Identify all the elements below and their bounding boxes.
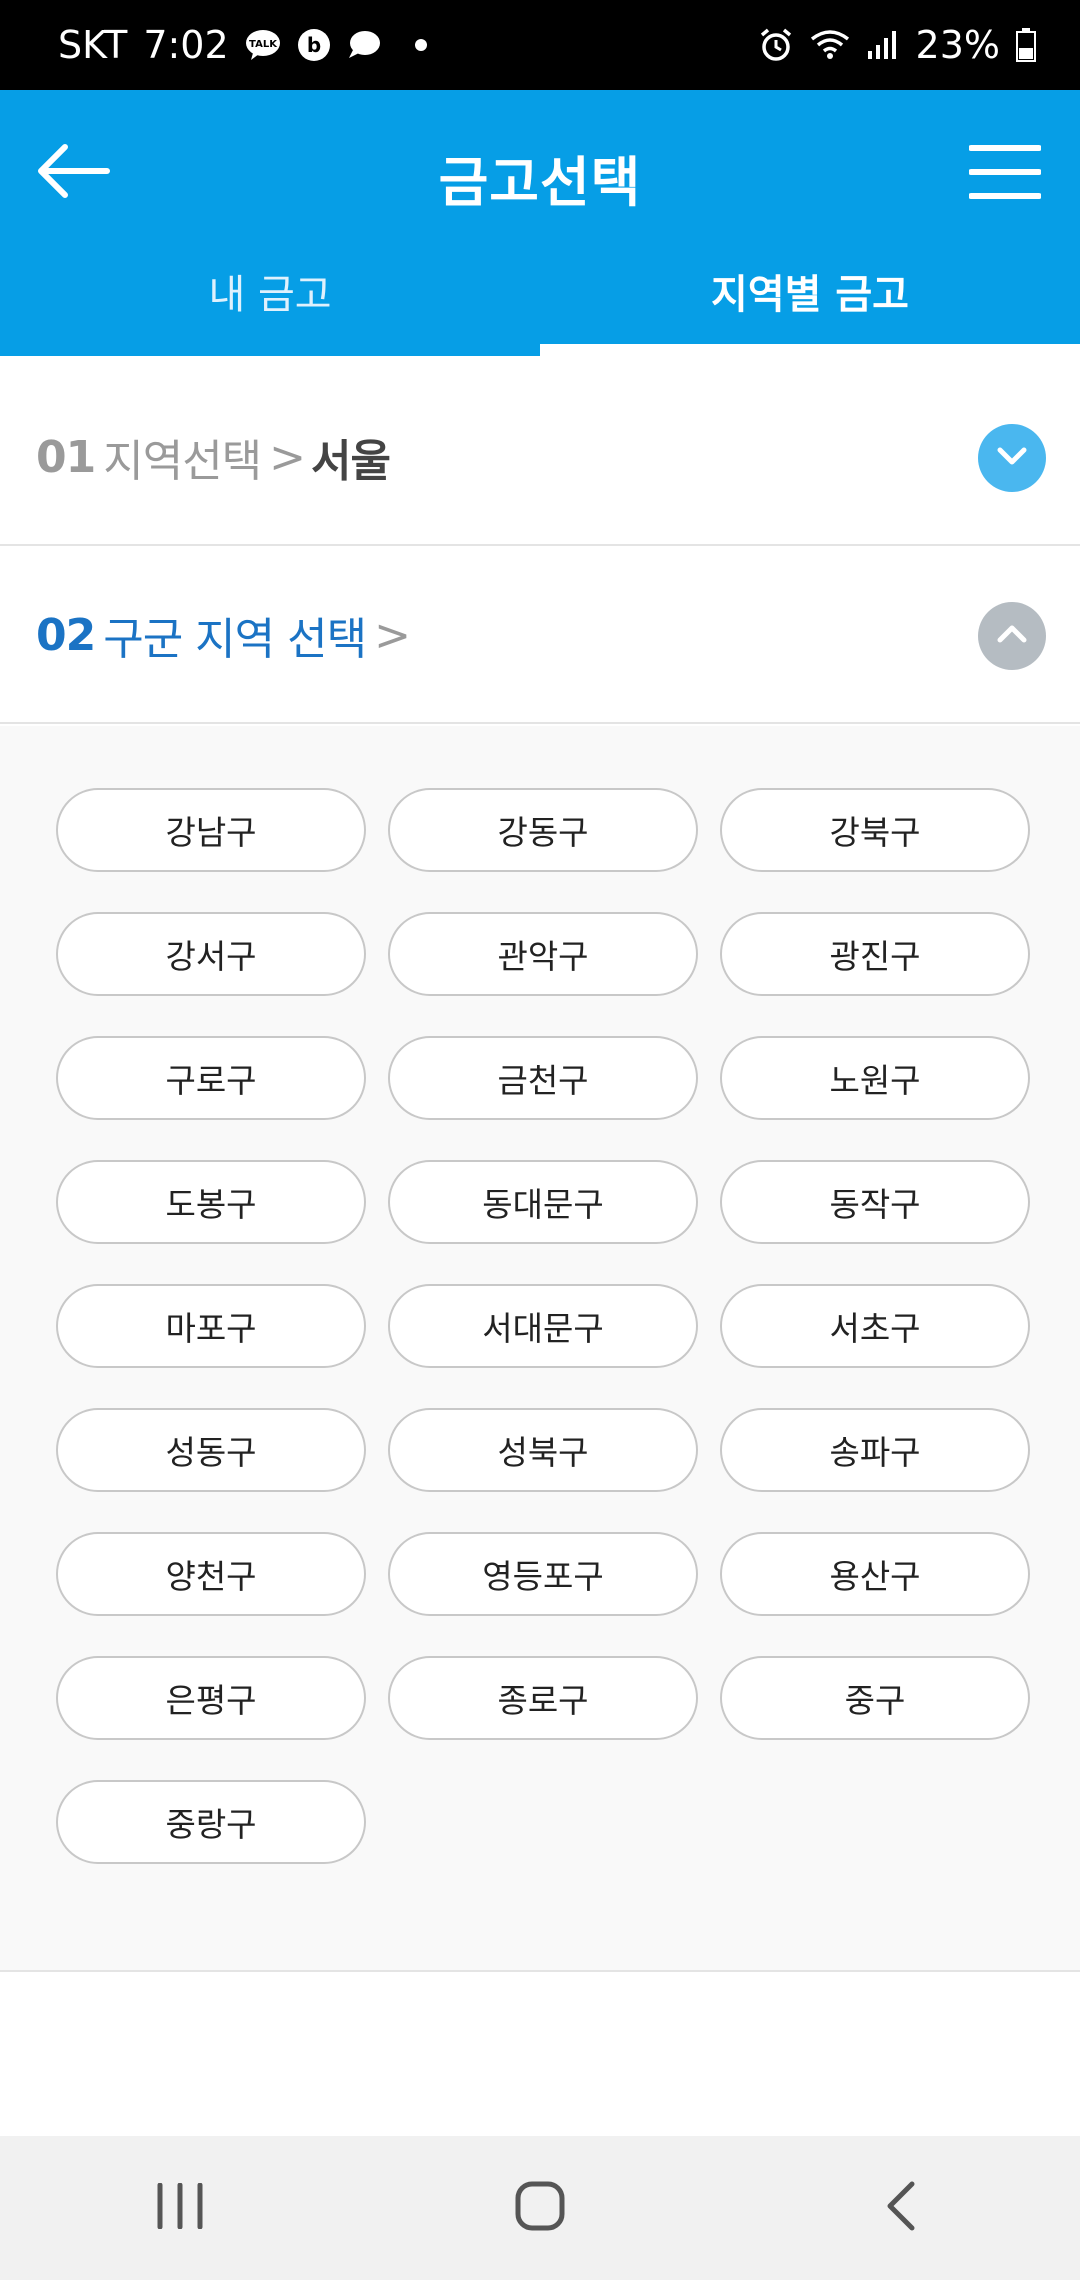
district-button[interactable]: 종로구 (388, 1656, 698, 1740)
district-select-section[interactable]: 02 구군 지역 선택 > (0, 546, 1080, 724)
district-button[interactable]: 송파구 (720, 1408, 1030, 1492)
home-button[interactable] (470, 2158, 610, 2258)
step-title: 지역선택 (103, 436, 262, 487)
back-nav-button[interactable] (830, 2158, 970, 2258)
district-button[interactable]: 동대문구 (388, 1160, 698, 1244)
system-nav-bar (0, 2136, 1080, 2280)
talk-icon: TALK (245, 29, 281, 61)
recent-apps-button[interactable] (110, 2158, 250, 2258)
district-button[interactable]: 구로구 (56, 1036, 366, 1120)
district-button[interactable]: 성동구 (56, 1408, 366, 1492)
district-button[interactable]: 영등포구 (388, 1532, 698, 1616)
tab-my-safe[interactable]: 내 금고 (0, 240, 540, 356)
district-button[interactable]: 관악구 (388, 912, 698, 996)
tab-label: 지역별 금고 (711, 272, 909, 318)
notification-dot-icon (414, 39, 427, 51)
region-select-label: 01 지역선택 > 서울 (36, 368, 391, 546)
district-button[interactable]: 중랑구 (56, 1780, 366, 1864)
district-select-label: 02 구군 지역 선택 > (36, 546, 411, 724)
menu-button[interactable] (962, 134, 1048, 214)
signal-icon (866, 29, 900, 61)
district-button[interactable]: 양천구 (56, 1532, 366, 1616)
district-button[interactable]: 동작구 (720, 1160, 1030, 1244)
district-button[interactable]: 강남구 (56, 788, 366, 872)
clock: 7:02 (143, 23, 229, 67)
carrier-label: SKT (58, 23, 128, 67)
district-button[interactable]: 강북구 (720, 788, 1030, 872)
step-title: 구군 지역 선택 (103, 614, 367, 665)
district-button[interactable]: 은평구 (56, 1656, 366, 1740)
alarm-icon (758, 27, 794, 63)
tab-regional-safe[interactable]: 지역별 금고 (540, 240, 1080, 356)
page-title: 금고선택 (438, 151, 642, 214)
district-button[interactable]: 강서구 (56, 912, 366, 996)
back-nav-icon (882, 2180, 918, 2236)
step-number: 02 (36, 609, 96, 661)
district-button[interactable]: 서대문구 (388, 1284, 698, 1368)
district-button[interactable]: 성북구 (388, 1408, 698, 1492)
district-button[interactable]: 노원구 (720, 1036, 1030, 1120)
recent-apps-icon (154, 2182, 206, 2233)
svg-text:TALK: TALK (249, 39, 278, 50)
separator: > (269, 431, 306, 483)
hamburger-menu-icon (968, 144, 1042, 204)
district-button[interactable]: 마포구 (56, 1284, 366, 1368)
app-bar: 금고선택 내 금고 지역별 금고 (0, 90, 1080, 356)
home-icon (514, 2180, 566, 2236)
tab-label: 내 금고 (208, 272, 332, 318)
status-bar: SKT 7:02 TALK b 23% (0, 0, 1080, 90)
selected-region: 서울 (311, 436, 391, 487)
battery-icon (1016, 28, 1036, 62)
svg-text:b: b (306, 33, 320, 57)
district-button[interactable]: 금천구 (388, 1036, 698, 1120)
separator: > (374, 609, 411, 661)
b-icon: b (297, 28, 331, 62)
district-button[interactable]: 중구 (720, 1656, 1030, 1740)
district-grid: 강남구 강동구 강북구강서구 관악구 광진구구로구 금천구 노원구도봉구 동대문구 동작구마포구… (56, 788, 1030, 1864)
district-button[interactable]: 도봉구 (56, 1160, 366, 1244)
status-bar-right: 23% (758, 23, 1036, 67)
district-panel: 강남구 강동구 강북구강서구 관악구 광진구구로구 금천구 노원구도봉구 동대문구 동작구마포구… (0, 726, 1080, 1972)
district-button[interactable]: 광진구 (720, 912, 1030, 996)
collapse-button[interactable] (978, 602, 1046, 670)
region-select-section[interactable]: 01 지역선택 > 서울 (0, 368, 1080, 546)
battery-percent: 23% (915, 23, 1000, 67)
district-button[interactable]: 서초구 (720, 1284, 1030, 1368)
step-number: 01 (36, 431, 96, 483)
chevron-down-icon (994, 444, 1030, 472)
chevron-up-icon (994, 622, 1030, 650)
district-button[interactable]: 용산구 (720, 1532, 1030, 1616)
status-bar-left: SKT 7:02 TALK b (58, 23, 427, 67)
chat-icon (347, 30, 381, 60)
expand-button[interactable] (978, 424, 1046, 492)
district-button[interactable]: 강동구 (388, 788, 698, 872)
tab-bar: 내 금고 지역별 금고 (0, 240, 1080, 356)
wifi-icon (810, 29, 850, 61)
